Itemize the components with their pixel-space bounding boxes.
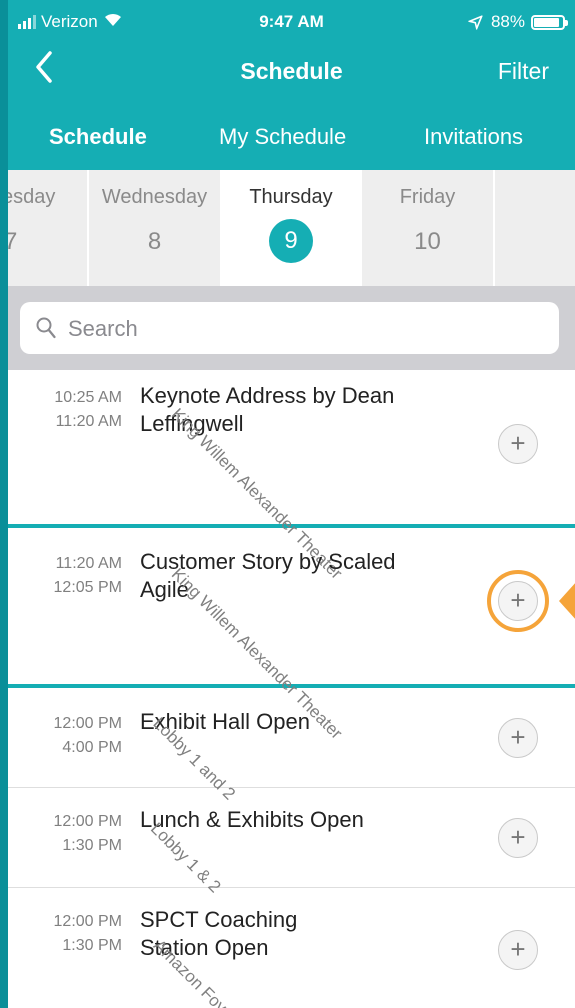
tab-my-schedule[interactable]: My Schedule xyxy=(219,124,346,150)
day-friday[interactable]: Friday 10 xyxy=(362,170,495,286)
end-time: 1:30 PM xyxy=(62,837,122,854)
search-icon xyxy=(36,317,56,339)
nav-bar: Schedule Filter xyxy=(8,44,575,96)
end-time: 11:20 AM xyxy=(55,413,122,430)
day-selector: esday 7 Wednesday 8 Thursday 9 Friday 10 xyxy=(8,170,575,286)
tab-schedule[interactable]: Schedule xyxy=(49,124,147,150)
session-title: Lunch & Exhibits Open xyxy=(140,807,364,832)
tab-invitations[interactable]: Invitations xyxy=(424,124,523,150)
pointer-arrow-icon xyxy=(559,581,575,621)
day-tuesday[interactable]: esday 7 xyxy=(8,170,89,286)
start-time: 10:25 AM xyxy=(54,389,122,406)
status-bar: Verizon 9:47 AM 88% xyxy=(8,0,575,44)
start-time: 11:20 AM xyxy=(55,555,122,572)
session-item[interactable]: 12:00 PM 1:30 PM SPCT Coaching Station O… xyxy=(8,888,575,1008)
battery-icon xyxy=(531,14,568,30)
session-times: 12:00 PM 1:30 PM xyxy=(54,810,122,858)
day-number: 10 xyxy=(414,228,441,255)
battery-percent: 88% xyxy=(490,12,525,31)
tab-bar: Schedule My Schedule Invitations xyxy=(8,116,575,160)
day-name: esday xyxy=(8,186,56,208)
app-screen: Verizon 9:47 AM 88% Schedule Filter Sche… xyxy=(8,0,575,1008)
start-time: 12:00 PM xyxy=(53,813,122,830)
session-item[interactable]: 10:25 AM 11:20 AM Keynote Address by Dea… xyxy=(8,370,575,583)
selected-day-number: 9 xyxy=(269,219,313,263)
start-time: 12:00 PM xyxy=(53,913,122,930)
search-box[interactable] xyxy=(20,302,559,354)
session-title: Exhibit Hall Open xyxy=(140,709,310,734)
add-to-schedule-button[interactable]: + xyxy=(498,581,538,621)
session-times: 11:20 AM 12:05 PM xyxy=(54,552,122,600)
day-thursday[interactable]: Thursday 9 xyxy=(222,170,362,286)
filter-button[interactable]: Filter xyxy=(498,58,549,85)
add-to-schedule-button[interactable]: + xyxy=(498,818,538,858)
day-next[interactable] xyxy=(495,170,575,286)
session-list: 10:25 AM 11:20 AM Keynote Address by Dea… xyxy=(8,370,575,1008)
day-wednesday[interactable]: Wednesday 8 xyxy=(89,170,222,286)
day-name: Thursday xyxy=(249,186,333,208)
end-time: 12:05 PM xyxy=(53,579,122,596)
day-name: Wednesday xyxy=(101,186,208,208)
day-name: Friday xyxy=(399,186,456,208)
search-input[interactable] xyxy=(66,312,540,346)
add-to-schedule-button[interactable]: + xyxy=(498,930,538,970)
end-time: 4:00 PM xyxy=(62,739,122,756)
session-times: 10:25 AM 11:20 AM xyxy=(54,386,122,434)
page-title: Schedule xyxy=(240,58,343,84)
add-to-schedule-button[interactable]: + xyxy=(498,424,538,464)
end-time: 1:30 PM xyxy=(62,937,122,954)
header: Verizon 9:47 AM 88% Schedule Filter Sche… xyxy=(8,0,575,170)
session-item[interactable]: 12:00 PM 4:00 PM Exhibit Hall Open Lobby… xyxy=(8,688,575,803)
session-item[interactable]: 11:20 AM 12:05 PM Customer Story by Scal… xyxy=(8,528,575,743)
session-times: 12:00 PM 1:30 PM xyxy=(54,910,122,958)
start-time: 12:00 PM xyxy=(53,715,122,732)
day-number: 8 xyxy=(147,228,162,255)
session-times: 12:00 PM 4:00 PM xyxy=(54,712,122,760)
status-right: 88% xyxy=(467,12,568,32)
add-to-schedule-button[interactable]: + xyxy=(498,718,538,758)
location-arrow-icon xyxy=(465,11,488,34)
day-number: 7 xyxy=(8,228,18,255)
session-item[interactable]: 12:00 PM 1:30 PM Lunch & Exhibits Open L… xyxy=(8,788,575,896)
search-bar xyxy=(8,286,575,370)
